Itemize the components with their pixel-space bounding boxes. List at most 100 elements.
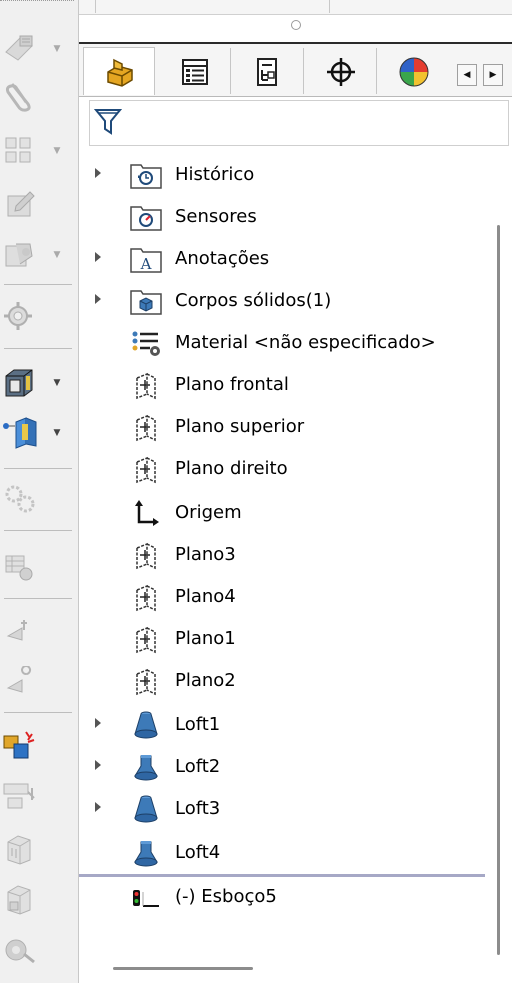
gear-feature-icon <box>4 302 32 330</box>
solid-bodies-folder-icon <box>130 290 162 315</box>
tree-item-label: Material <não especificado> <box>175 332 436 353</box>
tree-filter-bar[interactable] <box>89 100 509 146</box>
tree-item-front-plane[interactable]: Plano frontal <box>79 364 489 404</box>
material-icon <box>132 331 160 356</box>
tree-item-loft2[interactable]: Loft2 <box>79 746 489 786</box>
part-2-button[interactable] <box>0 880 46 920</box>
expand-arrow-icon[interactable] <box>95 802 101 812</box>
feature-tree: Histórico Sensores A Anotações Corpos só… <box>79 150 489 910</box>
part-button[interactable] <box>0 830 46 870</box>
pattern-dropdown-arrow[interactable]: ▼ <box>52 146 62 156</box>
tree-item-loft4[interactable]: Loft4 <box>79 832 489 872</box>
vertical-scrollbar[interactable] <box>497 225 500 955</box>
tree-item-origin[interactable]: Origem <box>79 492 489 532</box>
panel-top-strip <box>79 0 512 15</box>
tree-item-plane1[interactable]: Plano1 <box>79 618 489 658</box>
featuremanager-tab[interactable] <box>83 47 155 95</box>
loft-icon <box>134 755 158 781</box>
configurationmanager-tab[interactable] <box>232 48 304 94</box>
plane-icon <box>136 668 156 696</box>
dimension-2-button[interactable] <box>0 664 46 704</box>
tab-bar-top-border <box>79 42 512 44</box>
horizontal-scrollbar[interactable] <box>113 967 253 970</box>
instant3d-icon <box>3 731 35 759</box>
plane-icon <box>136 542 156 570</box>
sketch-dropdown-arrow[interactable]: ▼ <box>52 44 62 54</box>
instant3d-button[interactable] <box>0 726 46 766</box>
tab-scroll-left-button[interactable]: ◀ <box>457 64 477 86</box>
tree-item-label: Loft4 <box>175 842 221 863</box>
display-icon <box>5 555 33 581</box>
tree-item-history[interactable]: Histórico <box>79 154 489 194</box>
attach-button[interactable] <box>0 76 46 116</box>
tree-item-plane3[interactable]: Plano3 <box>79 534 489 574</box>
tree-item-label: Plano3 <box>175 544 236 565</box>
plane-icon <box>136 414 156 442</box>
gear-feature-button[interactable] <box>0 296 46 336</box>
tree-item-annotations[interactable]: A Anotações <box>79 238 489 278</box>
tree-item-plane4[interactable]: Plano4 <box>79 576 489 616</box>
dimension-2-icon <box>6 666 32 693</box>
toolbar-separator <box>4 530 72 531</box>
strip-divider <box>95 0 96 13</box>
propertymanager-tab[interactable] <box>159 48 231 94</box>
tree-item-label: Loft3 <box>175 798 221 819</box>
gears-icon <box>5 485 35 513</box>
manager-tab-bar: ◀ ▶ <box>79 42 512 97</box>
tree-item-right-plane[interactable]: Plano direito <box>79 448 489 488</box>
extrude-boss-button[interactable] <box>0 362 46 402</box>
expand-arrow-icon[interactable] <box>95 294 101 304</box>
edit-document-button[interactable] <box>0 184 46 224</box>
tree-item-label: Plano frontal <box>175 374 289 395</box>
dimxpert-tab[interactable] <box>305 48 377 94</box>
tree-item-sketch5[interactable]: (-) Esboço5 <box>79 876 489 916</box>
document-edit-icon <box>7 191 35 217</box>
color-wheel-icon <box>399 57 429 87</box>
tree-item-loft1[interactable]: Loft1 <box>79 704 489 744</box>
tree-item-material[interactable]: Material <não especificado> <box>79 322 489 362</box>
dimension-icon <box>6 620 27 641</box>
reference-plane-button[interactable] <box>0 412 46 452</box>
reference-plane-icon <box>3 417 37 449</box>
display-button[interactable] <box>0 546 46 586</box>
tree-item-plane2[interactable]: Plano2 <box>79 660 489 700</box>
tree-item-loft3[interactable]: Loft3 <box>79 788 489 828</box>
filter-icon[interactable] <box>94 107 122 137</box>
command-toolbar: ▼ ▼ ▼ ▼ ▼ <box>0 0 78 983</box>
camera-icon <box>5 939 35 964</box>
sketch-icon <box>5 35 33 61</box>
displaymanager-tab[interactable] <box>378 48 438 94</box>
camera-button[interactable] <box>0 930 46 970</box>
sketch-button[interactable] <box>0 28 46 68</box>
tree-item-label: Loft2 <box>175 756 221 777</box>
crosshair-icon <box>327 58 355 86</box>
expand-arrow-icon[interactable] <box>95 760 101 770</box>
tree-item-sensors[interactable]: Sensores <box>79 196 489 236</box>
grid-pattern-icon <box>5 137 31 163</box>
tree-item-label: Histórico <box>175 164 255 185</box>
tree-item-label: Origem <box>175 502 242 523</box>
expand-arrow-icon[interactable] <box>95 718 101 728</box>
plane-icon <box>136 372 156 400</box>
tab-scroll-right-button[interactable]: ▶ <box>483 64 503 86</box>
tree-item-top-plane[interactable]: Plano superior <box>79 406 489 446</box>
feature-copy-dropdown-arrow[interactable]: ▼ <box>52 250 62 260</box>
pattern-button[interactable] <box>0 130 46 170</box>
feature-copy-button[interactable] <box>0 234 46 274</box>
origin-icon <box>135 500 159 526</box>
strip-divider <box>329 0 330 13</box>
dimension-button[interactable] <box>0 612 46 652</box>
expand-arrow-icon[interactable] <box>95 252 101 262</box>
reference-plane-dropdown-arrow[interactable]: ▼ <box>52 428 62 438</box>
loft-icon <box>134 795 158 823</box>
plane-icon <box>136 584 156 612</box>
extrude-dropdown-arrow[interactable]: ▼ <box>52 378 62 388</box>
layout-button[interactable] <box>0 776 46 816</box>
propertymanager-icon <box>182 59 208 85</box>
toolbar-separator <box>4 284 72 285</box>
gears-button[interactable] <box>0 478 46 518</box>
panel-collapse-grip[interactable] <box>291 20 301 30</box>
tree-item-solid-bodies[interactable]: Corpos sólidos(1) <box>79 280 489 320</box>
expand-arrow-icon[interactable] <box>95 168 101 178</box>
featuremanager-icon <box>107 58 133 87</box>
